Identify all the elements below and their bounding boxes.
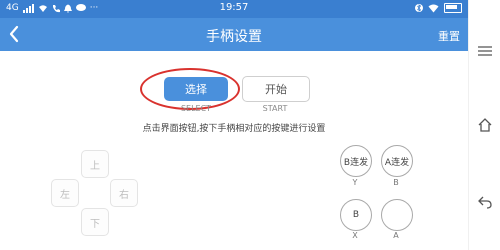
select-caption: SELECT bbox=[180, 104, 212, 113]
b-turbo-caption: Y bbox=[352, 178, 358, 187]
page-title: 手柄设置 bbox=[206, 29, 262, 45]
battery-icon bbox=[444, 3, 462, 13]
start-caption: START bbox=[262, 104, 288, 113]
dpad-right-button[interactable]: 右 bbox=[110, 179, 138, 207]
reset-button[interactable]: 重置 bbox=[438, 28, 460, 44]
dpad-left-button[interactable]: 左 bbox=[51, 179, 79, 207]
dpad-up-button[interactable]: 上 bbox=[81, 150, 109, 178]
b-button[interactable]: B bbox=[340, 199, 372, 231]
a-turbo-caption: B bbox=[393, 178, 399, 187]
status-bar: 4G ··· 19:57 bbox=[0, 0, 468, 18]
instruction-text: 点击界面按钮,按下手柄相对应的按键进行设置 bbox=[142, 124, 326, 134]
start-button[interactable]: 开始 bbox=[242, 76, 310, 102]
menu-icon[interactable] bbox=[476, 42, 494, 60]
a-button-caption: A bbox=[393, 231, 399, 240]
dpad-down-button[interactable]: 下 bbox=[81, 208, 109, 236]
back-nav-icon[interactable] bbox=[476, 192, 494, 210]
a-button[interactable] bbox=[381, 199, 413, 231]
bluetooth-icon bbox=[415, 4, 423, 12]
status-right-group bbox=[415, 3, 462, 13]
b-turbo-button[interactable]: B连发 bbox=[340, 145, 372, 177]
wifi-signal-icon bbox=[428, 4, 439, 12]
a-turbo-button[interactable]: A连发 bbox=[381, 145, 413, 177]
status-time: 19:57 bbox=[219, 2, 249, 13]
title-bar: 手柄设置 重置 bbox=[0, 18, 468, 51]
b-button-caption: X bbox=[352, 231, 358, 240]
android-nav-bar bbox=[468, 0, 500, 250]
home-icon[interactable] bbox=[476, 116, 494, 134]
